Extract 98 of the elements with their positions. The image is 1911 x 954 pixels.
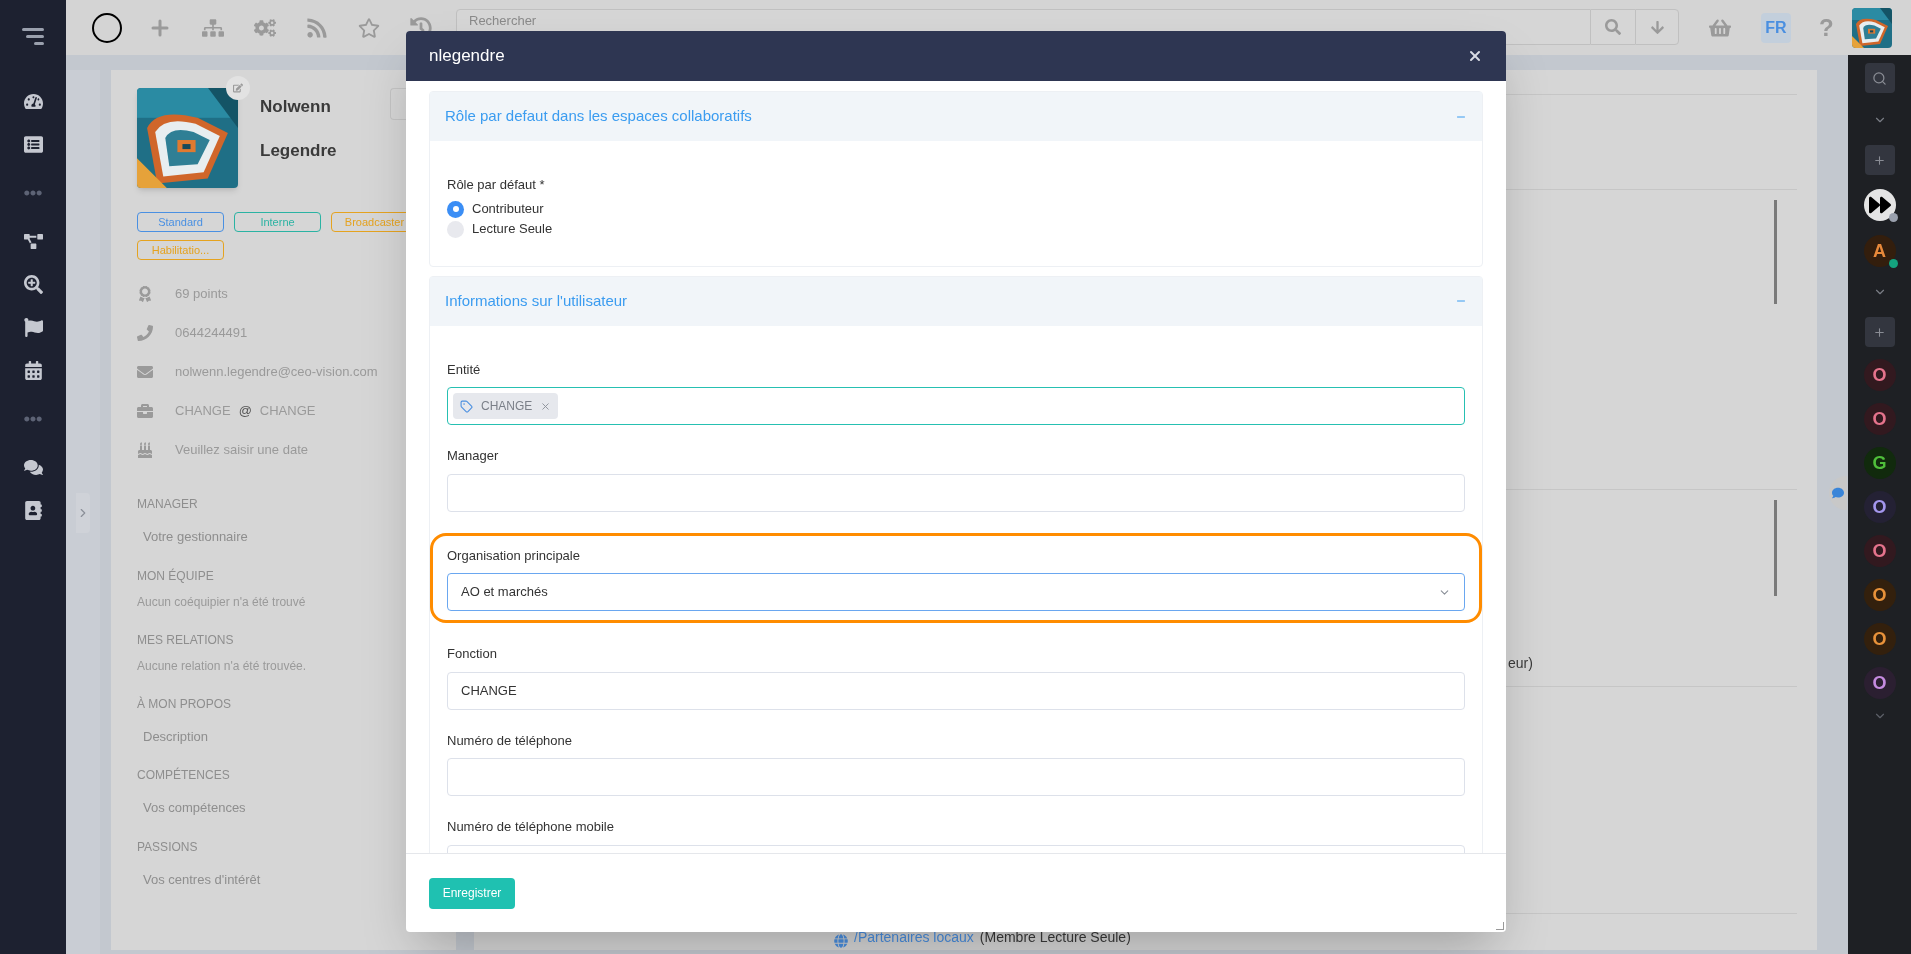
section-title: MON ÉQUIPE bbox=[137, 567, 215, 585]
section-title: COMPÉTENCES bbox=[137, 766, 231, 784]
membership-role: (Membre Lecture Seule) bbox=[979, 928, 1131, 947]
star-icon[interactable] bbox=[358, 16, 380, 39]
text-fragment: eur) bbox=[1508, 654, 1533, 673]
briefcase-icon bbox=[137, 402, 153, 419]
network-icon[interactable] bbox=[23, 232, 43, 251]
add-button[interactable] bbox=[1864, 317, 1895, 347]
group-avatar[interactable]: O bbox=[1863, 359, 1896, 391]
settings-icon[interactable] bbox=[254, 16, 276, 39]
phone-icon bbox=[137, 324, 153, 341]
edit-icon bbox=[233, 83, 243, 93]
first-name: Nolwenn bbox=[260, 96, 332, 118]
group-avatar[interactable]: O bbox=[1863, 667, 1896, 699]
section-note: Aucun coéquipier n'a été trouvé bbox=[137, 593, 307, 611]
field-label: Fonction bbox=[447, 645, 498, 663]
download-button[interactable] bbox=[1635, 9, 1679, 45]
last-name: Legendre bbox=[260, 139, 337, 162]
field-label: Manager bbox=[447, 447, 500, 465]
edit-badge[interactable] bbox=[226, 76, 250, 100]
detail-text: 69 points bbox=[175, 284, 228, 303]
tag: Interne bbox=[234, 212, 321, 232]
field-label: Entité bbox=[447, 360, 482, 379]
field-label: Organisation principale bbox=[447, 546, 581, 565]
avatar[interactable] bbox=[1863, 189, 1896, 221]
zoom-in-icon[interactable] bbox=[23, 275, 43, 294]
tag-icon bbox=[460, 399, 473, 413]
text-field[interactable]: CHANGE bbox=[447, 671, 1465, 710]
group-avatar[interactable]: G bbox=[1863, 447, 1896, 479]
globe-icon bbox=[834, 934, 848, 948]
at-sign: @ bbox=[238, 401, 252, 420]
section-title: Rôle par defaut dans les espaces collaboratifs bbox=[445, 106, 753, 127]
detail-text: CHANGE bbox=[259, 401, 316, 420]
chat-icon[interactable] bbox=[23, 458, 43, 477]
radio-label: Contributeur bbox=[472, 200, 544, 219]
avatar[interactable]: A bbox=[1863, 235, 1896, 267]
field-label: Rôle par défaut * bbox=[447, 176, 546, 194]
chat-bubble-icon bbox=[1832, 487, 1844, 499]
detail-text: CHANGE bbox=[175, 401, 231, 420]
help-button[interactable]: ? bbox=[1819, 9, 1834, 46]
list-icon[interactable] bbox=[23, 135, 43, 154]
group-avatar[interactable]: O bbox=[1863, 403, 1896, 435]
radio-button[interactable] bbox=[447, 200, 464, 218]
group-avatar[interactable]: O bbox=[1863, 491, 1896, 523]
folder-tree-icon[interactable] bbox=[202, 16, 224, 39]
search-button[interactable] bbox=[1591, 9, 1635, 45]
field-label: Numéro de téléphone mobile bbox=[447, 818, 615, 836]
group-avatar[interactable]: O bbox=[1863, 623, 1896, 655]
section-title: À MON PROPOS bbox=[137, 695, 232, 713]
rss-icon[interactable] bbox=[306, 16, 328, 39]
section-note: Aucune relation n'a été trouvée. bbox=[137, 657, 308, 675]
envelope-icon bbox=[137, 363, 153, 380]
language-button[interactable]: FR bbox=[1761, 12, 1791, 43]
basket-icon[interactable] bbox=[1709, 16, 1731, 39]
tag: Standard bbox=[137, 212, 224, 232]
chat-tab[interactable] bbox=[1829, 476, 1847, 510]
tag-input-field[interactable]: CHANGE bbox=[447, 387, 1465, 425]
tag: Habilitatio... bbox=[137, 240, 224, 260]
select-field[interactable]: AO et marchés bbox=[447, 573, 1465, 611]
gauge-icon[interactable] bbox=[23, 92, 43, 111]
plus-icon bbox=[1873, 325, 1886, 339]
plus-icon bbox=[1873, 153, 1886, 167]
award-icon bbox=[137, 285, 153, 302]
detail-text: 0644244491 bbox=[175, 323, 248, 342]
expand-tab[interactable] bbox=[76, 493, 90, 533]
detail-text: Veuillez saisir une date bbox=[175, 440, 308, 459]
radio-label: Lecture Seule bbox=[472, 220, 553, 239]
search-icon bbox=[1872, 70, 1887, 86]
remove-icon[interactable] bbox=[540, 400, 552, 412]
group-avatar[interactable]: O bbox=[1863, 535, 1896, 567]
close-icon[interactable] bbox=[1467, 48, 1483, 64]
fast-forward-icon bbox=[1866, 194, 1893, 216]
scrollbar[interactable] bbox=[1774, 500, 1777, 596]
group-avatar[interactable]: O bbox=[1863, 579, 1896, 611]
text-field[interactable] bbox=[447, 473, 1465, 512]
entity-chip[interactable]: CHANGE bbox=[453, 393, 559, 419]
section-header[interactable]: Rôle par defaut dans les espaces collaboratifs bbox=[430, 92, 1482, 141]
search-button[interactable] bbox=[1864, 63, 1895, 93]
scrollbar[interactable] bbox=[1774, 200, 1777, 304]
text-field[interactable] bbox=[447, 758, 1465, 796]
calendar-icon[interactable] bbox=[23, 361, 43, 380]
field-label: Numéro de téléphone bbox=[447, 731, 574, 750]
search-icon bbox=[1605, 19, 1621, 35]
section-header[interactable]: Informations sur l'utilisateur bbox=[430, 276, 1482, 326]
flag-icon[interactable] bbox=[23, 318, 43, 337]
contact-card-icon[interactable] bbox=[23, 501, 43, 520]
resize-handle-icon[interactable] bbox=[1496, 922, 1504, 930]
menu-icon[interactable] bbox=[22, 26, 44, 46]
arrow-down-icon bbox=[1649, 19, 1665, 35]
section-title: MANAGER bbox=[137, 496, 199, 513]
section-title: MES RELATIONS bbox=[137, 631, 235, 649]
modal-title: nlegendre bbox=[429, 45, 506, 68]
detail-text: nolwenn.legendre@ceo-vision.com bbox=[175, 362, 378, 381]
save-button[interactable]: Enregistrer bbox=[429, 877, 515, 909]
add-button[interactable] bbox=[1864, 145, 1895, 175]
cake-icon bbox=[137, 441, 153, 458]
section-title: PASSIONS bbox=[137, 838, 199, 856]
section-title: Informations sur l'utilisateur bbox=[445, 290, 629, 311]
